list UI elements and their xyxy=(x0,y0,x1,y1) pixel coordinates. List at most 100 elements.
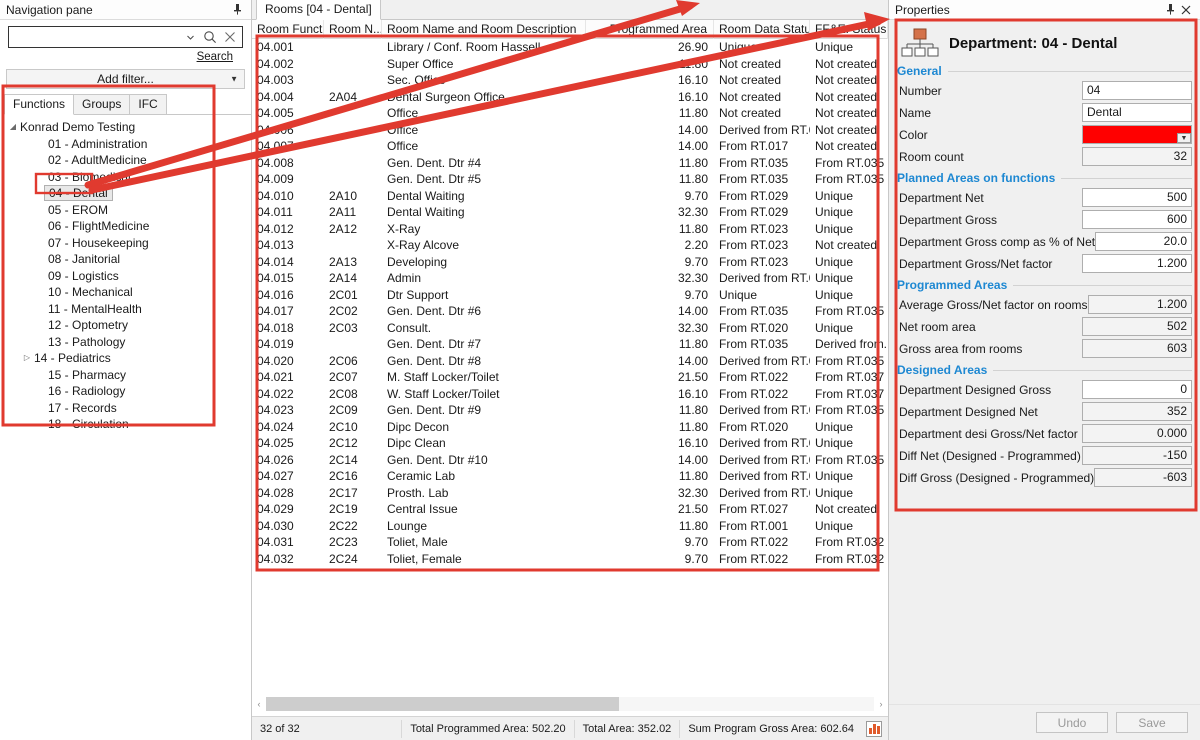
table-row[interactable]: 04.0302C22Lounge11.80From RT.001Unique xyxy=(252,518,888,535)
tree-item-08-janitorial[interactable]: 08 - Janitorial xyxy=(6,251,251,268)
scrollbar-thumb[interactable] xyxy=(266,697,619,711)
room-function-cell: 04.011 xyxy=(252,204,324,221)
property-value-field[interactable]: 20.0 xyxy=(1095,232,1192,251)
table-row[interactable]: 04.002Super Office11.80Not createdNot cr… xyxy=(252,56,888,73)
column-header[interactable]: FF&E: Status xyxy=(810,20,888,39)
table-row[interactable]: 04.0162C01Dtr Support9.70UniqueUnique xyxy=(252,287,888,304)
tree-item-11-mentalhealth[interactable]: 11 - MentalHealth xyxy=(6,301,251,318)
table-row[interactable]: 04.0252C12Dipc Clean16.10Derived from RT… xyxy=(252,435,888,452)
color-swatch-field[interactable]: ▼ xyxy=(1082,125,1192,144)
pin-icon[interactable] xyxy=(229,2,245,18)
property-value-field[interactable]: Dental xyxy=(1082,103,1192,122)
tab-ifc[interactable]: IFC xyxy=(129,94,166,114)
table-row[interactable]: 04.008Gen. Dent. Dtr #411.80From RT.035F… xyxy=(252,155,888,172)
expand-collapse-icon[interactable]: ◢ xyxy=(6,119,20,136)
rooms-panel: Rooms [04 - Dental] Room Functi...Room N… xyxy=(252,0,888,740)
programmed-area-cell: 16.10 xyxy=(586,72,714,89)
table-row[interactable]: 04.001Library / Conf. Room Hassell26.90U… xyxy=(252,39,888,56)
add-filter-button[interactable]: Add filter... ▼ xyxy=(6,69,245,89)
column-header[interactable]: Room N... xyxy=(324,20,382,39)
table-row[interactable]: 04.005Office11.80Not createdNot created xyxy=(252,105,888,122)
table-row[interactable]: 04.0172C02Gen. Dent. Dtr #614.00From RT.… xyxy=(252,303,888,320)
horizontal-scrollbar[interactable]: ‹ › xyxy=(252,696,888,712)
tree-item-04-dental[interactable]: 04 - Dental xyxy=(6,185,251,202)
table-row[interactable]: 04.0042A04Dental Surgeon Office16.10Not … xyxy=(252,89,888,106)
tree-item-18-circulation[interactable]: 18 - Circulation xyxy=(6,416,251,433)
tree-item-15-pharmacy[interactable]: 15 - Pharmacy xyxy=(6,367,251,384)
table-row[interactable]: 04.0232C09Gen. Dent. Dtr #911.80Derived … xyxy=(252,402,888,419)
table-row[interactable]: 04.0142A13Developing9.70From RT.023Uniqu… xyxy=(252,254,888,271)
tree-item-14-pediatrics[interactable]: ▷14 - Pediatrics xyxy=(6,350,251,367)
column-header[interactable]: Room Name and Room Description xyxy=(382,20,586,39)
clear-search-icon[interactable] xyxy=(220,27,240,47)
table-row[interactable]: 04.0272C16Ceramic Lab11.80Derived from R… xyxy=(252,468,888,485)
scroll-left-icon[interactable]: ‹ xyxy=(252,696,266,712)
property-value-field[interactable]: 1.200 xyxy=(1082,254,1192,273)
property-row: Department Gross/Net factor1.200 xyxy=(897,253,1192,274)
undo-button[interactable]: Undo xyxy=(1036,712,1108,733)
property-label: Department Gross xyxy=(897,213,1082,227)
chevron-down-icon[interactable]: ▼ xyxy=(230,75,238,84)
table-row[interactable]: 04.0242C10Dipc Decon11.80From RT.020Uniq… xyxy=(252,419,888,436)
search-link[interactable]: Search xyxy=(197,51,233,63)
table-row[interactable]: 04.0212C07M. Staff Locker/Toilet21.50Fro… xyxy=(252,369,888,386)
property-row: NameDental xyxy=(897,102,1192,123)
tree-item-05-erom[interactable]: 05 - EROM xyxy=(6,202,251,219)
tab-functions[interactable]: Functions xyxy=(4,94,74,115)
table-row[interactable]: 04.006Office14.00Derived from RT.017Not … xyxy=(252,122,888,139)
property-value-field[interactable]: 04 xyxy=(1082,81,1192,100)
property-value-field[interactable]: 0 xyxy=(1082,380,1192,399)
tree-item-09-logistics[interactable]: 09 - Logistics xyxy=(6,268,251,285)
tab-rooms[interactable]: Rooms [04 - Dental] xyxy=(256,0,381,20)
tab-groups[interactable]: Groups xyxy=(73,94,130,114)
table-row[interactable]: 04.013X-Ray Alcove2.20From RT.023Not cre… xyxy=(252,237,888,254)
tree-item-06-flightmedicine[interactable]: 06 - FlightMedicine xyxy=(6,218,251,235)
column-header[interactable]: Programmed Area xyxy=(586,20,714,39)
chevron-down-icon[interactable] xyxy=(180,27,200,47)
tree-item-label: 07 - Housekeeping xyxy=(48,235,149,252)
chevron-down-icon[interactable]: ▼ xyxy=(1177,133,1191,143)
table-row[interactable]: 04.0292C19Central Issue21.50From RT.027N… xyxy=(252,501,888,518)
tree-item-07-housekeeping[interactable]: 07 - Housekeeping xyxy=(6,235,251,252)
table-row[interactable]: 04.0262C14Gen. Dent. Dtr #1014.00Derived… xyxy=(252,452,888,469)
table-row[interactable]: 04.0282C17Prosth. Lab32.30Derived from R… xyxy=(252,485,888,502)
search-icon[interactable] xyxy=(200,27,220,47)
search-box[interactable] xyxy=(8,26,243,48)
search-input[interactable] xyxy=(11,28,180,46)
table-row[interactable]: 04.0322C24Toliet, Female9.70From RT.022F… xyxy=(252,551,888,568)
tree-item-17-records[interactable]: 17 - Records xyxy=(6,400,251,417)
scroll-right-icon[interactable]: › xyxy=(874,696,888,712)
table-row[interactable]: 04.0202C06Gen. Dent. Dtr #814.00Derived … xyxy=(252,353,888,370)
save-button[interactable]: Save xyxy=(1116,712,1188,733)
table-row[interactable]: 04.0152A14Admin32.30Derived from RT.017U… xyxy=(252,270,888,287)
table-row[interactable]: 04.009Gen. Dent. Dtr #511.80From RT.035F… xyxy=(252,171,888,188)
tree-item-01-administration[interactable]: 01 - Administration xyxy=(6,136,251,153)
table-row[interactable]: 04.0112A11Dental Waiting32.30From RT.029… xyxy=(252,204,888,221)
tree-item-03-biomedical[interactable]: 03 - Biomedical xyxy=(6,169,251,186)
pin-icon[interactable] xyxy=(1162,2,1178,18)
tree-item-konrad-demo-testing[interactable]: ◢Konrad Demo Testing xyxy=(6,119,251,136)
column-header[interactable]: Room Data Status xyxy=(714,20,810,39)
tree-item-12-optometry[interactable]: 12 - Optometry xyxy=(6,317,251,334)
room-data-status-cell: Derived from RT.014 xyxy=(714,485,810,502)
table-row[interactable]: 04.003Sec. Office16.10Not createdNot cre… xyxy=(252,72,888,89)
property-value-field[interactable]: 500 xyxy=(1082,188,1192,207)
tree-item-02-adultmedicine[interactable]: 02 - AdultMedicine xyxy=(6,152,251,169)
column-header[interactable]: Room Functi... xyxy=(252,20,324,39)
programmed-area-cell: 16.10 xyxy=(586,89,714,106)
table-row[interactable]: 04.0102A10Dental Waiting9.70From RT.029U… xyxy=(252,188,888,205)
tree-item-13-pathology[interactable]: 13 - Pathology xyxy=(6,334,251,351)
bar-chart-icon[interactable] xyxy=(866,721,882,737)
table-row[interactable]: 04.0222C08W. Staff Locker/Toilet16.10Fro… xyxy=(252,386,888,403)
property-value-field[interactable]: 600 xyxy=(1082,210,1192,229)
close-icon[interactable] xyxy=(1178,2,1194,18)
tree-item-10-mechanical[interactable]: 10 - Mechanical xyxy=(6,284,251,301)
expand-collapse-icon[interactable]: ▷ xyxy=(20,350,34,367)
table-row[interactable]: 04.007Office14.00From RT.017Not created xyxy=(252,138,888,155)
table-row[interactable]: 04.0122A12X-Ray11.80From RT.023Unique xyxy=(252,221,888,238)
scrollbar-track[interactable] xyxy=(266,697,874,711)
table-row[interactable]: 04.019Gen. Dent. Dtr #711.80From RT.035D… xyxy=(252,336,888,353)
tree-item-16-radiology[interactable]: 16 - Radiology xyxy=(6,383,251,400)
table-row[interactable]: 04.0312C23Toliet, Male9.70From RT.022Fro… xyxy=(252,534,888,551)
table-row[interactable]: 04.0182C03Consult.32.30From RT.020Unique xyxy=(252,320,888,337)
